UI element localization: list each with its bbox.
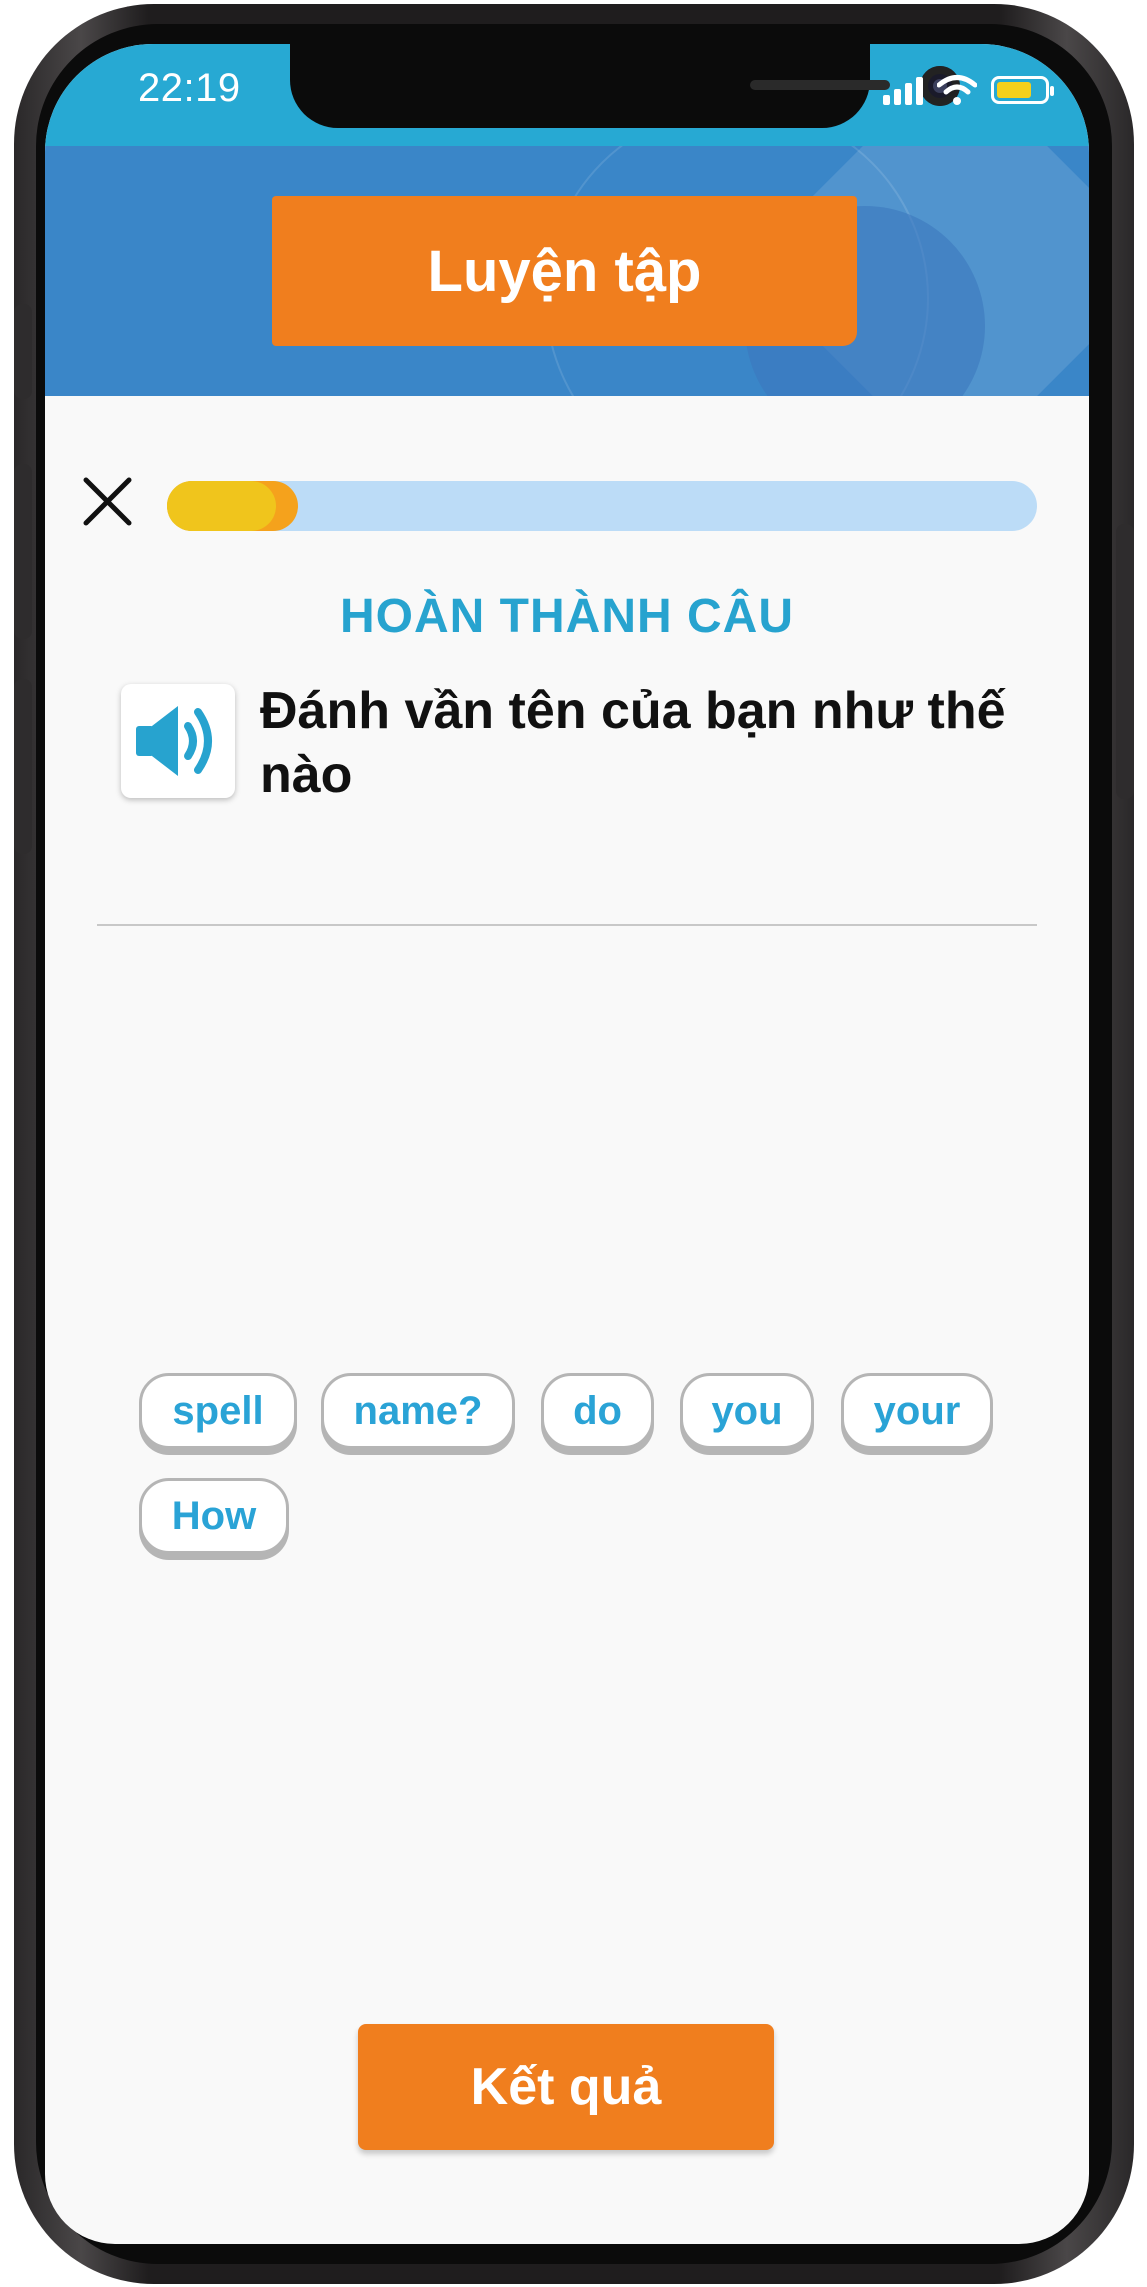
- cellular-signal-icon: [883, 75, 923, 105]
- status-time: 22:19: [138, 66, 241, 110]
- status-icons: [883, 74, 1054, 106]
- word-chip[interactable]: How: [139, 1478, 289, 1554]
- page-title-badge: Luyện tập: [272, 196, 857, 346]
- play-audio-button[interactable]: [121, 684, 235, 798]
- speaker-icon: [136, 706, 212, 776]
- notch: [290, 44, 960, 128]
- result-button[interactable]: Kết quả: [358, 2024, 774, 2150]
- page-title: Luyện tập: [427, 238, 702, 304]
- progress-fill: [167, 481, 298, 531]
- section-title: HOÀN THÀNH CÂU: [340, 590, 794, 643]
- word-chip[interactable]: do: [541, 1373, 654, 1449]
- question-text: Đánh vần tên của bạn như thế nào: [260, 682, 1006, 804]
- word-chip[interactable]: spell: [139, 1373, 297, 1449]
- close-button[interactable]: [80, 474, 135, 529]
- battery-level: [997, 82, 1031, 98]
- earpiece: [750, 80, 890, 90]
- result-button-label: Kết quả: [470, 2058, 662, 2116]
- progress-fill-highlight: [167, 481, 276, 531]
- answer-line: [97, 924, 1037, 926]
- volume-up-button: [14, 464, 32, 639]
- header-banner: Luyện tập: [45, 146, 1089, 396]
- word-chip[interactable]: name?: [321, 1373, 515, 1449]
- word-chip[interactable]: you: [680, 1373, 814, 1449]
- mute-switch: [14, 304, 32, 399]
- volume-down-button: [14, 679, 32, 854]
- word-chip[interactable]: your: [841, 1373, 993, 1449]
- battery-icon: [991, 76, 1054, 104]
- status-bar: 22:19: [45, 44, 1089, 146]
- app-screen: 22:19 Luyện tập HOÀN THÀNH CÂU Đánh vần …: [45, 44, 1089, 2244]
- wifi-icon: [937, 74, 977, 106]
- power-button: [1116, 524, 1134, 799]
- progress-bar: [167, 481, 1037, 531]
- close-icon: [83, 477, 132, 526]
